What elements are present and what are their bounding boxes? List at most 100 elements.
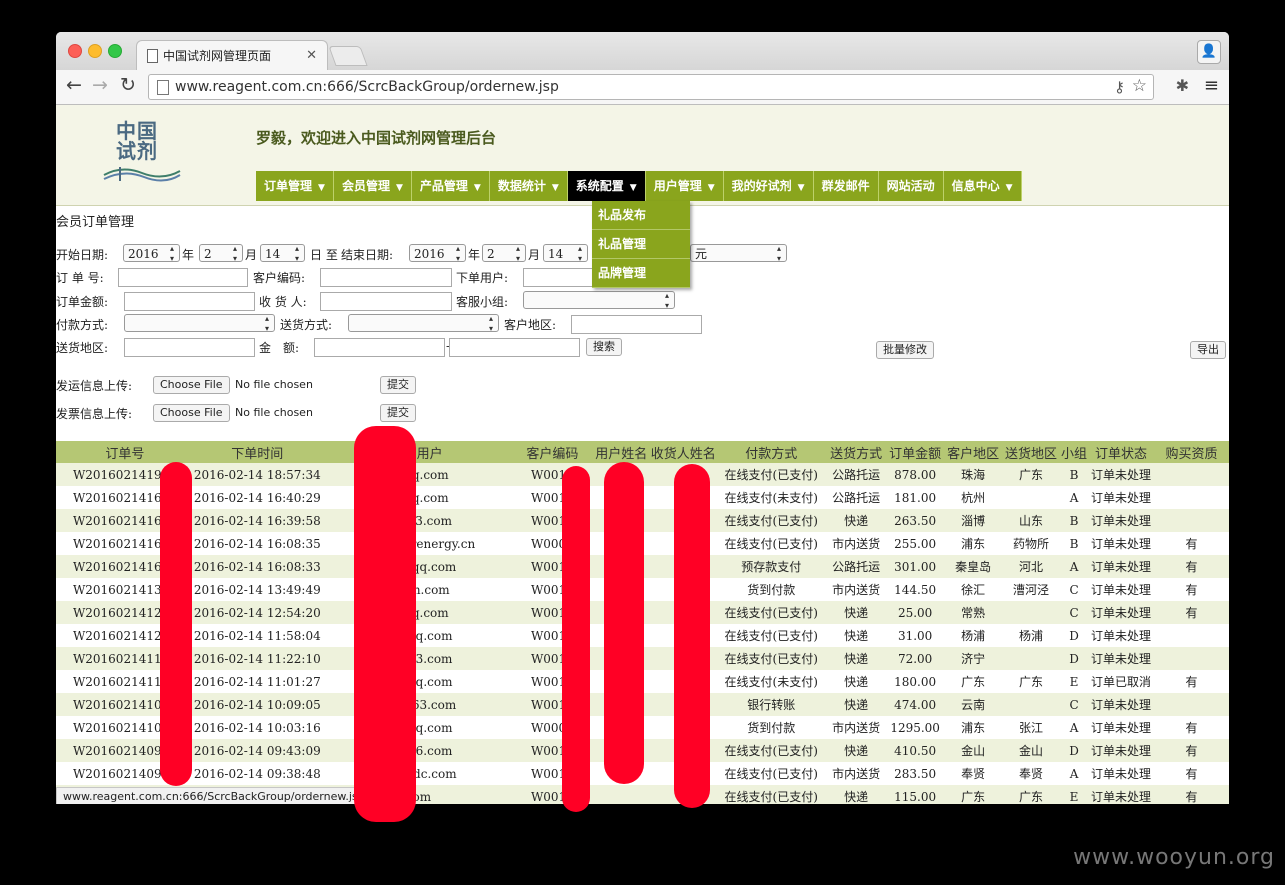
nav-item[interactable]: 系统配置 ▼ — [567, 171, 646, 201]
table-cell: 杭州 — [944, 486, 1003, 509]
column-header[interactable]: 用户姓名 — [592, 441, 651, 463]
table-cell: 订单未处理 — [1088, 762, 1154, 785]
table-cell: 订单未处理 — [1088, 463, 1154, 486]
delivery-region-input[interactable] — [124, 338, 255, 357]
table-cell: 263.50 — [886, 509, 945, 532]
end-year-select[interactable]: 2016 — [409, 244, 466, 264]
menu-icon[interactable]: ≡ — [1204, 75, 1219, 96]
table-cell: 金山 — [1002, 739, 1061, 762]
payment-select[interactable] — [124, 314, 275, 334]
url-text: www.reagent.com.cn:666/ScrcBackGroup/ord… — [175, 79, 559, 95]
column-header[interactable]: 订单金额 — [886, 441, 945, 463]
ship-submit-button[interactable]: 提交 — [380, 376, 416, 394]
nav-item[interactable]: 订单管理 ▼ — [256, 171, 334, 201]
ship-upload-label: 发运信息上传: — [56, 379, 133, 393]
main-nav: 订单管理 ▼ 会员管理 ▼ 产品管理 ▼ 数据统计 ▼ 系统配置 ▼ 用户管理 ▼ 我的好试剂 ▼ 群发邮件… — [256, 171, 1022, 201]
column-header[interactable]: 付款方式 — [716, 441, 827, 463]
browser-tab[interactable]: 中国试剂网管理页面 ✕ — [136, 40, 328, 71]
search-button[interactable]: 搜索 — [586, 338, 622, 356]
close-window-button[interactable] — [68, 44, 82, 58]
page-icon — [157, 80, 169, 95]
table-cell: @pioneerenergy.cn — [320, 532, 513, 555]
zoom-window-button[interactable] — [108, 44, 122, 58]
table-cell: 在线支付(已支付) — [716, 762, 827, 785]
money-min-input[interactable] — [314, 338, 445, 357]
back-icon[interactable]: ← — [66, 74, 82, 96]
column-header[interactable]: 小组 — [1060, 441, 1089, 463]
delivery-select[interactable] — [348, 314, 499, 334]
month-unit: 月 — [528, 248, 541, 262]
receiver-input[interactable] — [320, 292, 452, 311]
order-user-input[interactable] — [523, 268, 593, 287]
table-cell — [1154, 693, 1229, 716]
profile-icon[interactable]: 👤 — [1197, 40, 1221, 64]
reload-icon[interactable]: ↻ — [120, 74, 136, 96]
dropdown-item[interactable]: 礼品发布 — [592, 201, 690, 230]
invoice-submit-button[interactable]: 提交 — [380, 404, 416, 422]
column-header[interactable]: 送货方式 — [826, 441, 887, 463]
column-header[interactable]: 下单时间 — [193, 441, 321, 463]
bookmark-star-icon[interactable]: ☆ — [1132, 74, 1147, 98]
column-header[interactable]: 客户地区 — [944, 441, 1003, 463]
nav-item[interactable]: 数据统计 ▼ — [489, 171, 568, 201]
invoice-choose-file-button[interactable]: Choose File — [153, 404, 230, 422]
forward-icon[interactable]: → — [92, 74, 108, 96]
table-cell: 255.00 — [886, 532, 945, 555]
table-cell: 115.00 — [886, 785, 945, 804]
dropdown-item[interactable]: 品牌管理 — [592, 259, 690, 288]
nav-item[interactable]: 网站活动 — [878, 171, 944, 201]
column-header[interactable]: 送货地区 — [1002, 441, 1061, 463]
table-cell: 在线支付(已支付) — [716, 624, 827, 647]
payment-label: 付款方式: — [56, 318, 109, 332]
table-cell: 济宁 — [944, 647, 1003, 670]
column-header[interactable]: 收货人姓名 — [650, 441, 717, 463]
table-cell — [1154, 509, 1229, 532]
nav-item[interactable]: 我的好试剂 ▼ — [723, 171, 814, 201]
table-cell: A — [1060, 486, 1089, 509]
logo-text: 中国 试剂 — [116, 119, 158, 163]
table-cell: 广东 — [1002, 670, 1061, 693]
start-month-select[interactable]: 2 — [199, 244, 243, 264]
batch-modify-button[interactable]: 批量修改 — [876, 341, 934, 359]
table-cell: 市内送货 — [826, 762, 887, 785]
address-bar[interactable]: www.reagent.com.cn:666/ScrcBackGroup/ord… — [148, 74, 1154, 100]
end-day-select[interactable]: 14 — [543, 244, 588, 264]
order-status-select[interactable]: 元 — [690, 244, 787, 264]
end-month-select[interactable]: 2 — [482, 244, 526, 264]
column-header[interactable]: 订单状态 — [1088, 441, 1154, 463]
site-header: 中国 试剂 罗毅，欢迎进入中国试剂网管理后台 订单管理 ▼ 会员管理 ▼ 产品管理 ▼ 数据统… — [56, 105, 1229, 206]
table-cell: aliyun.com — [320, 578, 513, 601]
column-header[interactable]: 购买资质 — [1154, 441, 1229, 463]
customer-code-input[interactable] — [320, 268, 452, 287]
minimize-window-button[interactable] — [88, 44, 102, 58]
money-max-input[interactable] — [449, 338, 580, 357]
table-cell: 张江 — [1002, 716, 1061, 739]
ship-choose-file-button[interactable]: Choose File — [153, 376, 230, 394]
customer-region-input[interactable] — [571, 315, 702, 334]
table-cell — [1154, 486, 1229, 509]
table-cell: 货到付款 — [716, 716, 827, 739]
nav-item[interactable]: 产品管理 ▼ — [411, 171, 490, 201]
chevron-down-icon: ▼ — [1005, 183, 1013, 193]
dropdown-item[interactable]: 礼品管理 — [592, 230, 690, 259]
nav-item[interactable]: 用户管理 ▼ — [645, 171, 724, 201]
column-header[interactable]: 客户编码 — [512, 441, 593, 463]
table-cell: 快递 — [826, 509, 887, 532]
order-user-label: 下单用户: — [456, 271, 509, 285]
tab-close-icon[interactable]: ✕ — [306, 41, 317, 71]
extension-icon[interactable]: ✱ — [1176, 76, 1189, 95]
column-header[interactable]: 订单号 — [56, 441, 194, 463]
key-icon[interactable]: ⚷ — [1114, 75, 1125, 99]
nav-item[interactable]: 信息中心 ▼ — [943, 171, 1022, 201]
order-no-input[interactable] — [118, 268, 248, 287]
new-tab-button[interactable] — [328, 46, 368, 66]
nav-item[interactable]: 群发邮件 — [813, 171, 879, 201]
amount-input[interactable] — [124, 292, 255, 311]
column-header[interactable]: 下单用户 — [320, 441, 513, 463]
export-button[interactable]: 导出 — [1190, 341, 1226, 359]
nav-item[interactable]: 会员管理 ▼ — [333, 171, 412, 201]
table-cell: 订单未处理 — [1088, 624, 1154, 647]
start-day-select[interactable]: 14 — [260, 244, 305, 264]
service-group-select[interactable] — [523, 291, 675, 311]
start-year-select[interactable]: 2016 — [123, 244, 180, 264]
